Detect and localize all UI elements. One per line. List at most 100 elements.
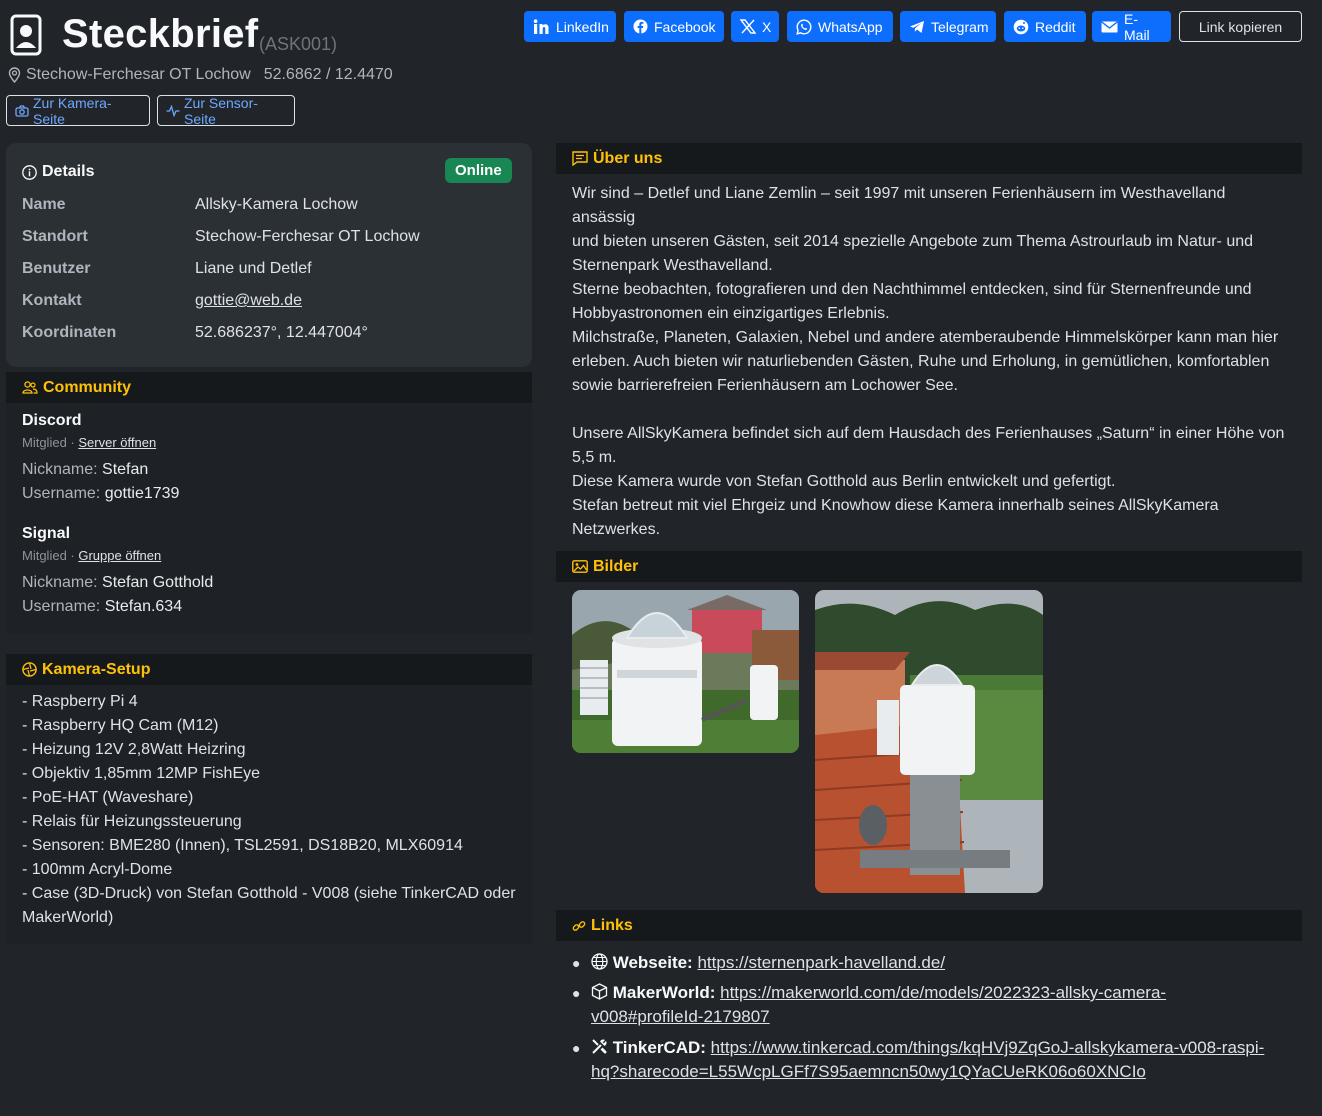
detail-row-coords: Koordinaten 52.686237°, 12.447004° <box>22 324 368 342</box>
share-label: E-Mail <box>1124 10 1150 43</box>
copy-link-button[interactable]: Link kopieren <box>1179 11 1302 42</box>
link-label: MakerWorld: <box>612 983 716 1002</box>
setup-item: - Raspberry Pi 4 <box>22 693 138 710</box>
makerworld-link-cont[interactable]: v008#profileId-2179807 <box>591 1007 770 1026</box>
community-section <box>6 372 532 634</box>
setup-item: - Objektiv 1,85mm 12MP FishEye <box>22 765 261 782</box>
about-line: Netzwerkes. <box>572 521 661 538</box>
link-label: Webseite: <box>612 953 693 972</box>
share-label: X <box>762 18 772 35</box>
nickname-label: Nickname: <box>22 574 103 591</box>
share-x-button[interactable]: X <box>731 11 779 42</box>
setup-item: - Sensoren: BME280 (Innen), TSL2591, DS1… <box>22 837 463 854</box>
details-title: Details <box>22 163 94 181</box>
about-text: Wir sind – Detlef und Liane Zemlin – sei… <box>572 182 1292 542</box>
link-content: Webseite: https://sternenpark-havelland.… <box>591 951 945 975</box>
bullet: ● <box>572 1040 581 1056</box>
camera-page-button[interactable]: Zur Kamera-Seite <box>6 94 150 127</box>
detail-value: Stechow-Ferchesar OT Lochow <box>195 228 420 245</box>
community-role: Mitglied · <box>22 548 79 563</box>
detail-value: Liane und Detlef <box>195 260 312 277</box>
about-line: Stefan betreut mit viel Ehrgeiz und Know… <box>572 497 1219 514</box>
link-content: TinkerCAD: https://www.tinkercad.com/thi… <box>591 1036 1264 1084</box>
camera-photo-2[interactable] <box>815 590 1043 893</box>
link-item-makerworld: ● MakerWorld: https://makerworld.com/de/… <box>572 981 1166 1029</box>
about-line: 5,5 m. <box>572 449 617 466</box>
about-blank-line <box>572 398 1292 422</box>
about-line: sowie barrierefreien Ferienhäusern am Lo… <box>572 377 958 394</box>
discord-server-link[interactable]: Server öffnen <box>78 435 156 450</box>
camera-id: (ASK001) <box>259 34 338 54</box>
website-link[interactable]: https://sternenpark-havelland.de/ <box>697 953 945 972</box>
community-title: Community <box>43 378 131 396</box>
tinkercad-link[interactable]: https://www.tinkercad.com/things/kqHVj9Z… <box>711 1038 1265 1057</box>
share-facebook-button[interactable]: Facebook <box>624 11 724 42</box>
tinkercad-link-cont[interactable]: hq?sharecode=L55WcpLGFf7S95aemncn50wy1QY… <box>591 1062 1146 1081</box>
share-reddit-button[interactable]: Reddit <box>1004 11 1086 42</box>
link-item-tinkercad: ● TinkerCAD: https://www.tinkercad.com/t… <box>572 1036 1264 1084</box>
chat-icon <box>572 151 588 166</box>
telegram-icon <box>909 20 925 34</box>
facebook-icon <box>633 19 648 34</box>
about-title: Über uns <box>593 149 663 167</box>
links-header: Links <box>556 910 1302 941</box>
images-title: Bilder <box>593 557 639 575</box>
about-line: und bieten unseren Gästen, seit 2014 spe… <box>572 233 1254 250</box>
share-label: Link kopieren <box>1198 18 1283 35</box>
nickname-value: Stefan Gotthold <box>102 574 214 591</box>
box-icon <box>591 983 608 1000</box>
setup-title: Kamera-Setup <box>42 660 151 678</box>
sensor-page-button[interactable]: Zur Sensor-Seite <box>157 94 295 127</box>
detail-value: 52.686237°, 12.447004° <box>195 324 368 341</box>
community-username: Username: gottie1739 <box>22 485 179 503</box>
whatsapp-icon <box>796 18 812 35</box>
share-label: Facebook <box>654 18 716 35</box>
detail-key: Standort <box>22 228 88 245</box>
reddit-icon <box>1013 19 1029 35</box>
detail-key: Kontakt <box>22 292 82 309</box>
envelope-icon <box>1101 20 1118 33</box>
bullet: ● <box>572 955 581 971</box>
share-whatsapp-button[interactable]: WhatsApp <box>787 11 893 42</box>
share-telegram-button[interactable]: Telegram <box>900 11 996 42</box>
about-line: erleben. Auch bieten wir naturliebenden … <box>572 353 1270 370</box>
username-label: Username: <box>22 598 105 615</box>
community-nickname: Nickname: Stefan Gotthold <box>22 574 213 592</box>
location-name: Stechow-Ferchesar OT Lochow <box>26 66 251 83</box>
detail-key: Name <box>22 196 66 213</box>
signal-group-link[interactable]: Gruppe öffnen <box>78 548 161 563</box>
details-title-text: Details <box>42 163 95 180</box>
detail-row-location: Standort Stechow-Ferchesar OT Lochow <box>22 228 420 246</box>
page-title: Steckbrief <box>62 12 259 56</box>
about-line: Diese Kamera wurde von Stefan Gotthold a… <box>572 473 1116 490</box>
nickname-value: Stefan <box>102 461 149 478</box>
setup-item: MakerWorld) <box>22 909 114 926</box>
community-nickname: Nickname: Stefan <box>22 461 148 479</box>
share-linkedin-button[interactable]: LinkedIn <box>524 11 616 42</box>
activity-icon <box>166 104 180 117</box>
community-username: Username: Stefan.634 <box>22 598 182 616</box>
link-item-website: ● Webseite: https://sternenpark-havellan… <box>572 951 945 975</box>
setup-item: - Raspberry HQ Cam (M12) <box>22 717 219 734</box>
setup-item: - Heizung 12V 2,8Watt Heizring <box>22 741 246 758</box>
setup-item: - Case (3D-Druck) von Stefan Gotthold - … <box>22 885 516 902</box>
camera-photo-1[interactable] <box>572 590 799 753</box>
sensor-page-label: Zur Sensor-Seite <box>184 94 258 127</box>
community-header: Community <box>6 372 532 403</box>
camera-page-label: Zur Kamera-Seite <box>33 94 112 127</box>
detail-key: Benutzer <box>22 260 91 277</box>
coords-short: 52.6862 / 12.4470 <box>263 66 393 83</box>
aperture-icon <box>22 662 37 677</box>
about-header: Über uns <box>556 143 1302 174</box>
username-value: Stefan.634 <box>104 598 183 615</box>
detail-row-user: Benutzer Liane und Detlef <box>22 260 312 278</box>
link-label: TinkerCAD: <box>612 1038 706 1057</box>
about-line: Milchstraße, Planeten, Galaxien, Nebel u… <box>572 329 1279 346</box>
community-meta: Mitglied · Gruppe öffnen <box>22 548 161 563</box>
share-email-button[interactable]: E-Mail <box>1092 10 1171 43</box>
bullet: ● <box>572 985 581 1001</box>
contact-email-link[interactable]: gottie@web.de <box>195 292 302 310</box>
community-name-discord: Discord <box>22 412 82 429</box>
camera-icon <box>15 104 29 117</box>
makerworld-link[interactable]: https://makerworld.com/de/models/2022323… <box>720 983 1166 1002</box>
